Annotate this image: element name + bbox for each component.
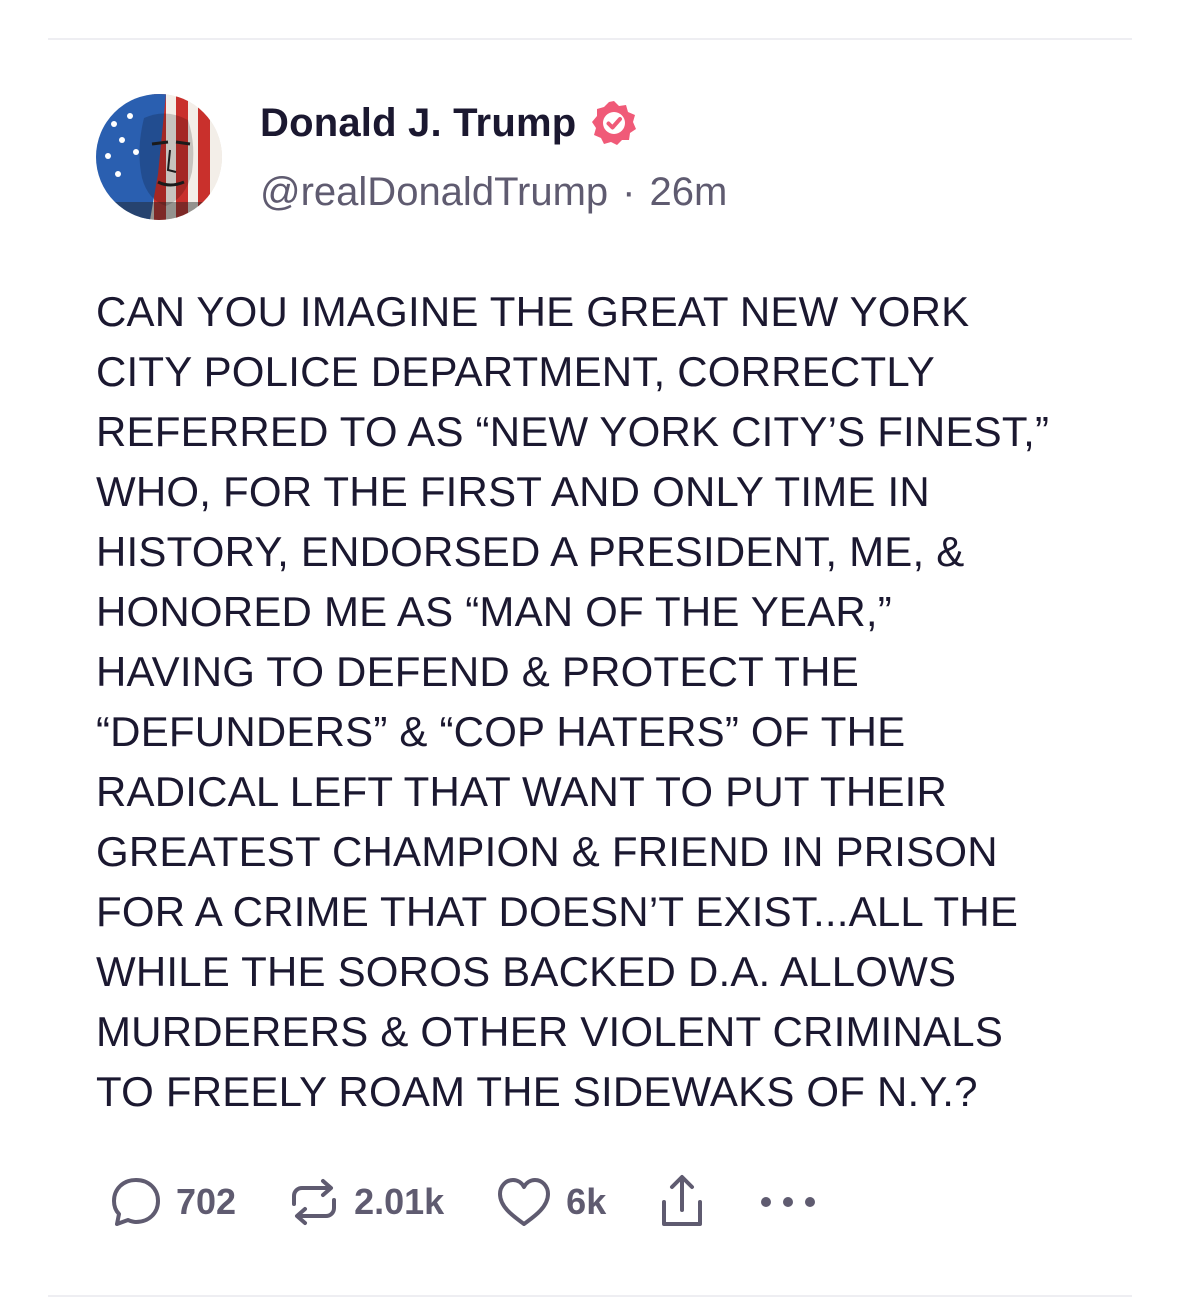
- retruth-count: 2.01k: [354, 1181, 445, 1222]
- avatar[interactable]: [96, 94, 222, 220]
- top-divider: [48, 38, 1132, 40]
- handle[interactable]: @realDonaldTrump: [260, 170, 608, 215]
- reply-count: 702: [176, 1181, 237, 1222]
- more-button[interactable]: [758, 1192, 822, 1212]
- name-row: Donald J. Trump: [260, 100, 727, 146]
- avatar-image: [96, 94, 222, 220]
- verified-badge-icon: [592, 101, 637, 145]
- timestamp[interactable]: 26m: [649, 170, 727, 215]
- like-count: 6k: [566, 1181, 607, 1222]
- more-ellipsis-icon: [761, 1197, 816, 1207]
- post: Donald J. Trump @realDonaldTrump · 26m C…: [96, 94, 1136, 1122]
- bottom-divider: [48, 1295, 1132, 1297]
- action-bar: 702 2.01k 6k: [108, 1170, 822, 1234]
- display-name[interactable]: Donald J. Trump: [260, 101, 576, 146]
- post-header: Donald J. Trump @realDonaldTrump · 26m: [96, 94, 1136, 220]
- share-icon: [662, 1175, 703, 1226]
- retruth-icon: [292, 1179, 337, 1225]
- meta-separator: ·: [622, 170, 636, 214]
- author-identity: Donald J. Trump @realDonaldTrump · 26m: [260, 100, 727, 215]
- retruth-button[interactable]: 2.01k: [286, 1174, 444, 1230]
- post-text: CAN YOU IMAGINE THE GREAT NEW YORK CITY …: [96, 288, 1050, 1115]
- meta-row: @realDonaldTrump · 26m: [260, 170, 727, 215]
- like-button[interactable]: 6k: [494, 1174, 606, 1230]
- reply-bubble-icon: [112, 1178, 160, 1226]
- share-button[interactable]: [658, 1172, 706, 1232]
- heart-icon: [498, 1178, 551, 1226]
- reply-button[interactable]: 702: [108, 1174, 236, 1230]
